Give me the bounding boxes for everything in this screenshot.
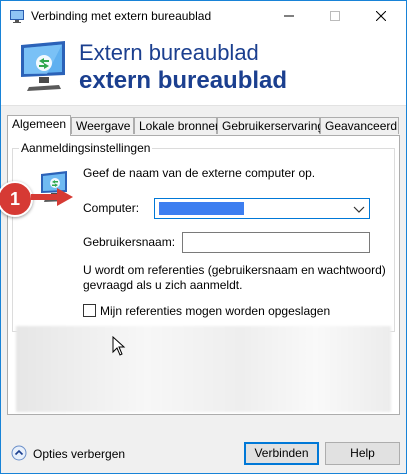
computer-label: Computer: bbox=[83, 201, 140, 215]
close-icon bbox=[376, 11, 386, 21]
remote-desktop-icon bbox=[10, 10, 24, 23]
banner: Extern bureaublad extern bureaublad bbox=[1, 31, 406, 106]
group-legend: Aanmeldingsinstellingen bbox=[19, 141, 153, 155]
title-bar: Verbinding met extern bureaublad bbox=[1, 1, 406, 31]
close-button[interactable] bbox=[358, 1, 404, 31]
window-title: Verbinding met extern bureaublad bbox=[31, 9, 212, 23]
hide-options-link[interactable]: Opties verbergen bbox=[33, 447, 125, 461]
maximize-button[interactable] bbox=[312, 1, 358, 31]
tab-algemeen[interactable]: Algemeen bbox=[7, 115, 71, 136]
credentials-note-line2: gevraagd als u zich aanmeldt. bbox=[83, 278, 243, 292]
maximize-icon bbox=[330, 11, 340, 21]
rdp-window: Verbinding met extern bureaublad Extern … bbox=[0, 0, 407, 474]
instruction-text: Geef de naam van de externe computer op. bbox=[83, 166, 316, 180]
credentials-note-line1: U wordt om referenties (gebruikersnaam e… bbox=[83, 263, 386, 277]
login-settings-group: Aanmeldingsinstellingen Geef de naam van… bbox=[12, 141, 395, 332]
tab-weergave[interactable]: Weergave bbox=[71, 117, 134, 134]
save-credentials-label[interactable]: Mijn referenties mogen worden opgeslagen bbox=[100, 304, 330, 318]
mouse-cursor-icon bbox=[112, 336, 126, 356]
computer-value-selection bbox=[159, 202, 244, 215]
computer-combobox[interactable] bbox=[154, 198, 370, 219]
blurred-area bbox=[16, 326, 391, 412]
remote-desktop-monitor-icon bbox=[21, 41, 65, 91]
tab-geavanceerd[interactable]: Geavanceerd bbox=[320, 117, 399, 134]
chevron-down-icon[interactable] bbox=[353, 203, 365, 215]
header-title: Extern bureaublad bbox=[79, 40, 259, 65]
connect-button[interactable]: Verbinden bbox=[244, 442, 319, 465]
minimize-button[interactable] bbox=[266, 1, 312, 31]
help-button[interactable]: Help bbox=[325, 442, 400, 465]
tab-lokale-bronnen[interactable]: Lokale bronnen bbox=[134, 117, 222, 134]
arrow-right-icon bbox=[31, 188, 73, 206]
tab-panel-algemeen: Aanmeldingsinstellingen Geef de naam van… bbox=[7, 135, 400, 415]
username-field[interactable] bbox=[182, 232, 370, 253]
header-subtitle: extern bureaublad bbox=[79, 67, 288, 94]
username-label: Gebruikersnaam: bbox=[83, 235, 176, 249]
chevron-up-circle-icon[interactable] bbox=[11, 445, 27, 461]
tab-gebruikerservaring[interactable]: Gebruikerservaring bbox=[217, 117, 324, 134]
minimize-icon bbox=[284, 15, 294, 17]
save-credentials-checkbox[interactable] bbox=[83, 304, 96, 317]
